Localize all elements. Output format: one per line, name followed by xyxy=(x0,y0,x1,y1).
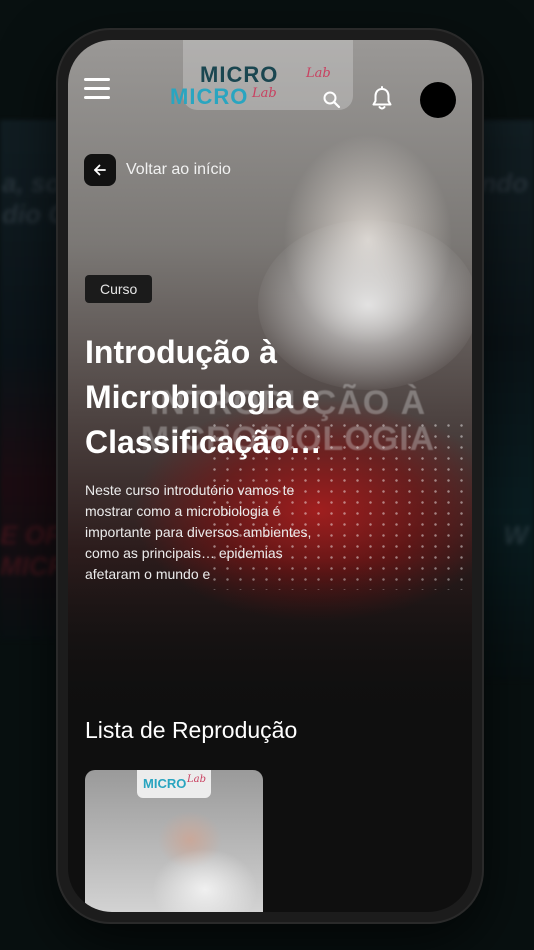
phone-frame: INTRODUÇÃO À MICROBIOLOGIA MICRO Lab MIC… xyxy=(58,30,482,922)
hamburger-icon-line xyxy=(84,87,110,90)
thumbnail-logo-text: MICRO xyxy=(143,776,187,791)
avatar[interactable] xyxy=(420,82,456,118)
back-link[interactable]: Voltar ao início xyxy=(84,154,231,186)
playlist-thumbnail[interactable]: MICRO Lab xyxy=(85,770,263,912)
hamburger-icon-line xyxy=(84,96,110,99)
bell-icon xyxy=(372,86,392,110)
back-button[interactable] xyxy=(84,154,116,186)
search-button[interactable] xyxy=(322,90,342,110)
menu-button[interactable] xyxy=(84,78,110,100)
search-icon xyxy=(323,91,341,109)
course-title: Introdução à Microbiologia e Classificaç… xyxy=(85,334,322,460)
logo-secondary[interactable]: MICRO xyxy=(170,84,248,110)
logo-lab-secondary: Lab xyxy=(252,86,277,101)
playlist-title: Lista de Reprodução xyxy=(85,717,298,743)
notification-button[interactable] xyxy=(370,86,394,112)
course-badge: Curso xyxy=(85,275,153,303)
logo-lab-primary: Lab xyxy=(306,66,331,81)
thumbnail-logo-lab: Lab xyxy=(187,774,207,785)
arrow-left-icon xyxy=(94,164,106,176)
thumbnail-logo: MICRO Lab xyxy=(137,770,211,798)
phone-screen: INTRODUÇÃO À MICROBIOLOGIA MICRO Lab MIC… xyxy=(68,40,472,912)
hamburger-icon xyxy=(84,78,110,81)
course-description: Neste curso introdutório vamos te mostra… xyxy=(85,482,312,582)
back-label[interactable]: Voltar ao início xyxy=(126,161,231,179)
